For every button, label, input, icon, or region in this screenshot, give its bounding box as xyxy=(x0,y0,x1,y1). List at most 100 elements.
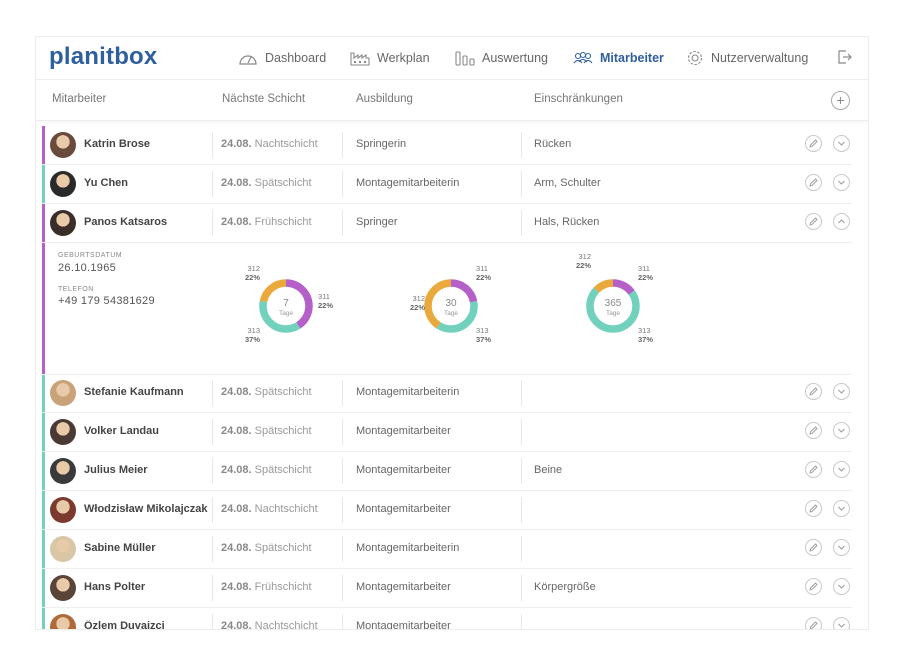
header-einschraenkungen[interactable]: Einschränkungen xyxy=(534,93,623,105)
column-divider xyxy=(342,380,343,406)
employee-name[interactable]: Özlem Duvaizci xyxy=(84,620,212,629)
expand-button[interactable] xyxy=(833,539,850,556)
row-color-bar xyxy=(42,569,45,607)
edit-button[interactable] xyxy=(805,617,822,629)
nav-nutzerverwaltung-label: Nutzerverwaltung xyxy=(711,51,809,65)
table-row[interactable]: Włodzisław Mikolajczak 24.08. Nachtschich… xyxy=(42,491,852,530)
donut-center-value: 365 xyxy=(605,298,622,309)
edit-button[interactable] xyxy=(805,461,822,478)
row-color-bar xyxy=(42,608,45,629)
phone-value[interactable]: +49 179 54381629 xyxy=(58,295,155,307)
chevron-down-icon xyxy=(838,467,845,472)
column-divider xyxy=(212,210,213,236)
header-naechste-schicht[interactable]: Nächste Schicht xyxy=(222,93,305,105)
shift-date: 24.08. xyxy=(221,386,252,398)
employee-name[interactable]: Katrin Brose xyxy=(84,138,212,150)
nav-werkplan[interactable]: Werkplan xyxy=(350,48,430,68)
column-divider xyxy=(212,536,213,562)
column-divider xyxy=(342,614,343,629)
nav-auswertung[interactable]: Auswertung xyxy=(455,48,548,68)
expand-button[interactable] xyxy=(833,461,850,478)
edit-button[interactable] xyxy=(805,135,822,152)
employee-name[interactable]: Stefanie Kaufmann xyxy=(84,386,212,398)
nav-dashboard[interactable]: Dashboard xyxy=(238,48,326,68)
donut-label-312: 312 22% xyxy=(561,252,591,270)
collapse-button[interactable] xyxy=(833,213,850,230)
table-row[interactable]: Hans Polter 24.08. Frühschicht Montagemita… xyxy=(42,569,852,608)
edit-button[interactable] xyxy=(805,213,822,230)
edit-button[interactable] xyxy=(805,174,822,191)
ausbildung-value: Montagemitarbeiterin xyxy=(356,542,460,554)
table-row[interactable]: Volker Landau 24.08. Spätschicht Montagemi… xyxy=(42,413,852,452)
header-mitarbeiter[interactable]: Mitarbeiter xyxy=(52,93,106,105)
shift-type: Nachtschicht xyxy=(254,620,318,630)
employee-name[interactable]: Włodzisław Mikolajczak xyxy=(84,503,212,515)
next-shift: 24.08. Spätschicht xyxy=(221,386,341,398)
table-row[interactable]: Stefanie Kaufmann 24.08. Spätschicht Monta… xyxy=(42,374,852,413)
avatar xyxy=(50,575,76,601)
expand-button[interactable] xyxy=(833,422,850,439)
add-employee-button[interactable]: + xyxy=(831,91,850,110)
gauge-icon xyxy=(239,55,257,65)
edit-button[interactable] xyxy=(805,500,822,517)
expand-button[interactable] xyxy=(833,135,850,152)
expand-button[interactable] xyxy=(833,383,850,400)
logout-button[interactable] xyxy=(837,49,853,70)
table-row[interactable]: Panos Katsaros 24.08. Frühschicht Springer… xyxy=(42,204,852,243)
shift-type: Spätschicht xyxy=(254,425,312,437)
column-divider xyxy=(342,210,343,236)
shift-type: Frühschicht xyxy=(254,581,312,593)
nav-mitarbeiter[interactable]: Mitarbeiter xyxy=(573,48,664,68)
employee-name[interactable]: Hans Polter xyxy=(84,581,212,593)
row-color-bar xyxy=(42,491,45,529)
table-row[interactable]: Özlem Duvaizci 24.08. Nachtschicht Montage… xyxy=(42,608,852,630)
edit-button[interactable] xyxy=(805,422,822,439)
einschraenkungen-value: Beine xyxy=(534,464,563,476)
nav-mitarbeiter-label: Mitarbeiter xyxy=(600,51,664,65)
employee-name[interactable]: Yu Chen xyxy=(84,177,212,189)
column-divider xyxy=(342,171,343,197)
einschraenkungen-value: Arm, Schulter xyxy=(534,177,601,189)
edit-button[interactable] xyxy=(805,539,822,556)
donut-center-unit: Tage xyxy=(444,310,458,317)
table-row[interactable]: Julius Meier 24.08. Spätschicht Montagemit… xyxy=(42,452,852,491)
expand-button[interactable] xyxy=(833,500,850,517)
edit-button[interactable] xyxy=(805,383,822,400)
pencil-icon xyxy=(809,582,818,591)
header-ausbildung[interactable]: Ausbildung xyxy=(356,93,413,105)
shift-date: 24.08. xyxy=(221,503,252,515)
pencil-icon xyxy=(809,426,818,435)
column-divider xyxy=(521,458,522,484)
next-shift: 24.08. Nachtschicht xyxy=(221,620,341,630)
employee-name[interactable]: Panos Katsaros xyxy=(84,216,212,228)
employee-name[interactable]: Volker Landau xyxy=(84,425,212,437)
employee-name[interactable]: Julius Meier xyxy=(84,464,212,476)
expand-button[interactable] xyxy=(833,174,850,191)
duration-donut-chart: 30 Tage xyxy=(421,276,481,336)
column-divider xyxy=(521,497,522,523)
shift-date: 24.08. xyxy=(221,581,252,593)
pencil-icon xyxy=(809,178,818,187)
column-divider xyxy=(521,380,522,406)
column-divider xyxy=(212,380,213,406)
table-row[interactable]: Yu Chen 24.08. Spätschicht Montagemitarbei… xyxy=(42,165,852,204)
edit-button[interactable] xyxy=(805,578,822,595)
avatar xyxy=(50,497,76,523)
nav-nutzerverwaltung[interactable]: Nutzerverwaltung xyxy=(686,48,808,68)
avatar xyxy=(50,210,76,236)
nav-dashboard-label: Dashboard xyxy=(265,51,327,65)
ausbildung-value: Montagemitarbeiterin xyxy=(356,177,460,189)
pencil-icon xyxy=(809,504,818,513)
expand-button[interactable] xyxy=(833,578,850,595)
donut-label-313: 313 37% xyxy=(476,326,506,344)
top-navigation: planitbox Dashboard Werkplan Auswertung … xyxy=(36,37,868,80)
shift-type: Spätschicht xyxy=(254,464,312,476)
chevron-down-icon xyxy=(838,180,845,185)
bar-chart-icon xyxy=(455,51,475,66)
ausbildung-value: Springer xyxy=(356,216,398,228)
table-row[interactable]: Sabine Müller 24.08. Spätschicht Montagemi… xyxy=(42,530,852,569)
employee-name[interactable]: Sabine Müller xyxy=(84,542,212,554)
table-row[interactable]: Katrin Brose 24.08. Nachtschicht Springeri… xyxy=(42,126,852,165)
shift-type: Spätschicht xyxy=(254,177,312,189)
expand-button[interactable] xyxy=(833,617,850,629)
